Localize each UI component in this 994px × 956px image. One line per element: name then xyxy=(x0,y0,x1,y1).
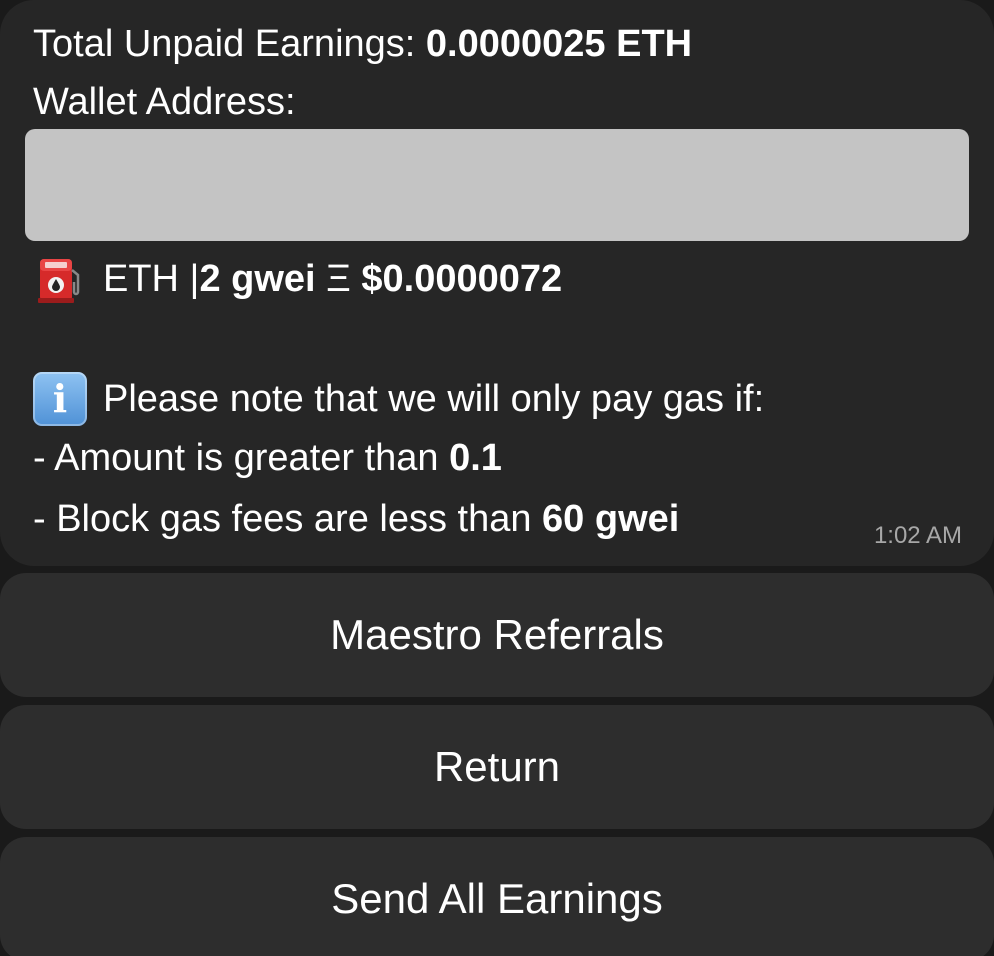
earnings-label: Total Unpaid Earnings: xyxy=(33,23,426,65)
earnings-value: 0.0000025 ETH xyxy=(425,23,693,65)
note-text: Please note that we will only pay gas if… xyxy=(103,377,765,420)
return-button[interactable]: Return xyxy=(0,705,994,829)
condition-amount-value: 0.1 xyxy=(449,437,502,479)
condition-gas-value: 60 gwei xyxy=(542,498,680,540)
earnings-line: Total Unpaid Earnings: 0.0000025 ETH xyxy=(33,20,692,68)
chat-screen: Total Unpaid Earnings: 0.0000025 ETH Wal… xyxy=(0,0,994,956)
message-timestamp: 1:02 AM xyxy=(873,522,962,549)
gas-price-line: ETH | 2 gwei Ξ $0.0000072 xyxy=(33,253,562,305)
wallet-label: Wallet Address: xyxy=(33,81,296,123)
maestro-referrals-button[interactable]: Maestro Referrals xyxy=(0,573,994,697)
gas-usd-value: $0.0000072 xyxy=(361,257,563,300)
note-line: i Please note that we will only pay gas … xyxy=(33,372,765,426)
condition-amount: - Amount is greater than 0.1 xyxy=(33,434,502,482)
send-all-earnings-button[interactable]: Send All Earnings xyxy=(0,837,994,956)
redacted-wallet-address xyxy=(25,129,969,241)
gas-chain: ETH | xyxy=(103,257,200,300)
condition-gas-fees: - Block gas fees are less than 60 gwei xyxy=(33,495,679,543)
fuel-pump-icon xyxy=(38,259,80,303)
ether-symbol: Ξ xyxy=(315,257,362,300)
condition-amount-text: - Amount is greater than xyxy=(33,437,450,479)
information-icon: i xyxy=(33,372,87,426)
condition-gas-text: - Block gas fees are less than xyxy=(33,498,543,540)
gas-price: 2 gwei xyxy=(199,257,316,300)
message-bubble: Total Unpaid Earnings: 0.0000025 ETH Wal… xyxy=(0,0,994,566)
